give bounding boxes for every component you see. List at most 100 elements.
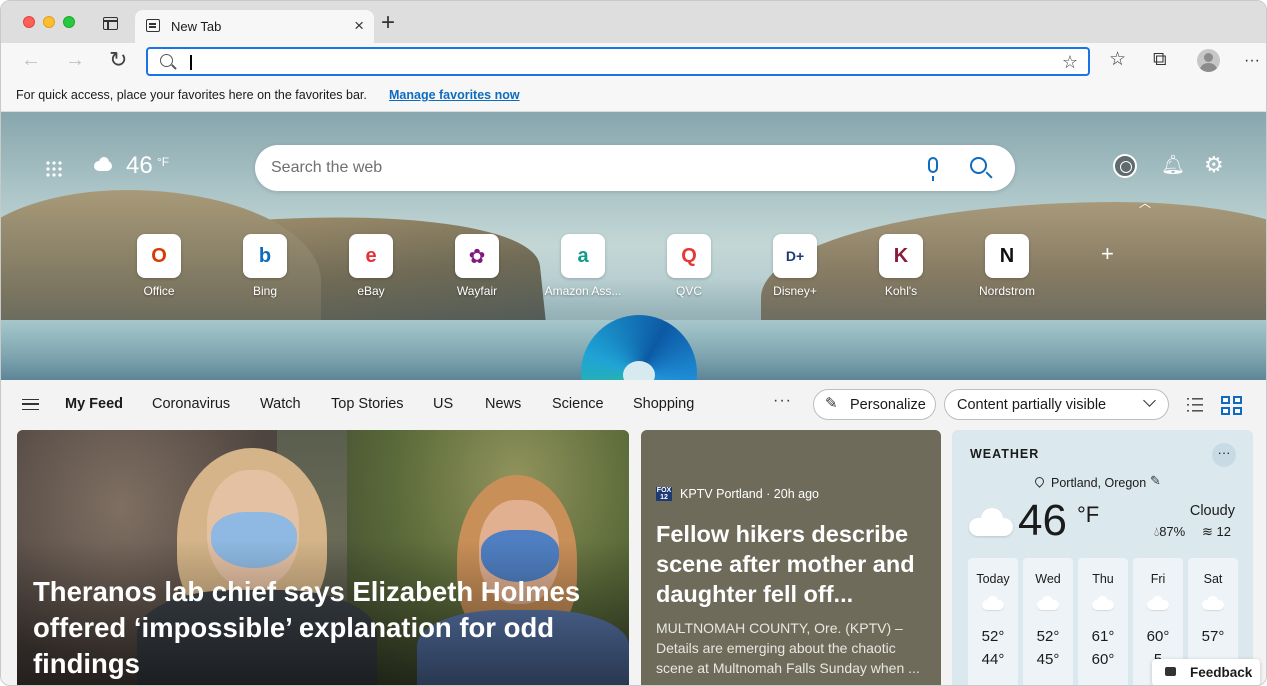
quick-link-glyph: ✿ (468, 245, 486, 268)
back-button[interactable]: ← (21, 49, 41, 71)
toolbar: ← → ↻ ☆ ☆ ⧉ ··· (1, 43, 1266, 79)
quick-link-nordstrom[interactable]: N Nordstrom (954, 234, 1060, 298)
minimize-window-button[interactable] (43, 16, 55, 28)
tab-title: New Tab (171, 19, 222, 34)
quick-link-ebay[interactable]: e eBay (318, 234, 424, 298)
settings-gear-icon[interactable]: ⚙ (1204, 154, 1224, 176)
quick-link-qvc[interactable]: Q QVC (636, 234, 742, 298)
tab-science[interactable]: Science (552, 396, 604, 412)
profile-avatar[interactable] (1197, 49, 1220, 72)
maximize-window-button[interactable] (63, 16, 75, 28)
favorites-icon[interactable]: ☆ (1109, 49, 1126, 71)
weather-temperature[interactable]: 46 (126, 152, 153, 180)
cloud-icon (92, 157, 114, 171)
tab-new-tab[interactable]: New Tab × (135, 10, 374, 43)
hamburger-menu-icon[interactable] (22, 399, 39, 410)
edit-location-icon[interactable]: ✎ (1150, 473, 1161, 489)
weather-unit: °F (157, 155, 170, 169)
quick-link-label: QVC (675, 284, 702, 298)
quick-link-glyph: D+ (785, 248, 805, 264)
more-options-icon[interactable]: ··· (1244, 50, 1260, 72)
web-search-box[interactable] (255, 145, 1015, 191)
address-input[interactable] (196, 52, 1046, 72)
story-card[interactable]: FOX 12 KPTV Portland · 20h ago Fellow hi… (641, 430, 941, 685)
chevron-up-icon[interactable]: ︿ (1139, 194, 1151, 211)
notifications-bell-icon[interactable]: 🔔︎ (1161, 156, 1185, 176)
forecast-low: 44° (981, 651, 1005, 668)
tab-top-stories[interactable]: Top Stories (331, 396, 404, 412)
more-tabs-button[interactable]: ··· (773, 392, 792, 410)
rain-icon (1147, 596, 1169, 610)
tab-bar: New Tab × + (1, 1, 1266, 43)
quick-link-office[interactable]: O Office (106, 234, 212, 298)
tab-my-feed[interactable]: My Feed (65, 396, 123, 412)
tab-news[interactable]: News (485, 396, 521, 412)
tab-actions-icon[interactable] (103, 17, 118, 30)
microphone-icon[interactable] (928, 157, 938, 181)
search-icon[interactable] (970, 157, 987, 174)
quick-link-label: Bing (252, 284, 278, 298)
forecast-high: 61° (1091, 628, 1115, 645)
forecast-low: 60° (1091, 651, 1115, 668)
quick-link-glyph: N (999, 244, 1015, 267)
quick-link-wayfair[interactable]: ✿ Wayfair (424, 234, 530, 298)
quick-link-bing[interactable]: b Bing (212, 234, 318, 298)
forecast-high: 57° (1201, 628, 1225, 645)
forecast-day[interactable]: Thu 61° 60° (1078, 558, 1128, 685)
tab-watch[interactable]: Watch (260, 396, 301, 412)
close-window-button[interactable] (23, 16, 35, 28)
reload-button[interactable]: ↻ (109, 49, 127, 71)
quick-link-amazon-assistant[interactable]: a Amazon Ass... (530, 234, 636, 298)
rewards-icon[interactable] (1113, 154, 1137, 178)
featured-story-card[interactable]: Theranos lab chief says Elizabeth Holmes… (17, 430, 629, 685)
tab-coronavirus[interactable]: Coronavirus (152, 396, 230, 412)
humidity: 💧︎87% (1154, 524, 1185, 540)
new-tab-button[interactable]: + (381, 11, 395, 35)
chevron-down-icon (1143, 394, 1156, 407)
tab-us[interactable]: US (433, 396, 453, 412)
feedback-label: Feedback (1190, 665, 1253, 680)
forecast-day[interactable]: Today 52° 44° (968, 558, 1018, 685)
pencil-icon: ✎ (825, 395, 838, 412)
browser-window: New Tab × + ← → ↻ ☆ ☆ ⧉ ··· For quick ac… (0, 0, 1267, 686)
add-favorite-icon[interactable]: ☆ (1062, 52, 1078, 72)
quick-link-kohls[interactable]: K Kohl's (848, 234, 954, 298)
weather-card[interactable]: WEATHER ··· Portland, Oregon ✎ 46 °F Clo… (952, 430, 1253, 685)
app-launcher-icon[interactable] (45, 160, 63, 178)
collections-icon[interactable]: ⧉ (1153, 49, 1167, 71)
add-quick-link-button[interactable]: + (1101, 242, 1114, 266)
grid-view-icon[interactable] (1221, 396, 1242, 415)
quick-link-label: Kohl's (884, 284, 918, 298)
list-view-icon[interactable] (1187, 398, 1203, 412)
favorites-bar: For quick access, place your favorites h… (1, 79, 1266, 112)
personalize-button[interactable]: ✎ Personalize (813, 389, 936, 420)
feedback-button[interactable]: Feedback (1152, 659, 1260, 685)
forecast-day-name: Wed (1035, 572, 1061, 586)
quick-link-disney-plus[interactable]: D+ Disney+ (742, 234, 848, 298)
amazon-assistant-icon: a (561, 234, 605, 278)
web-search-input[interactable] (271, 157, 911, 179)
new-tab-page-icon (146, 19, 160, 32)
personalize-label: Personalize (850, 397, 926, 413)
quick-link-glyph: a (577, 244, 589, 267)
story-summary: MULTNOMAH COUNTY, Ore. (KPTV) – Details … (656, 620, 920, 676)
close-tab-icon[interactable]: × (354, 17, 364, 34)
weather-more-button[interactable]: ··· (1212, 443, 1236, 467)
forward-button[interactable]: → (65, 49, 85, 71)
content-visibility-value: Content partially visible (957, 397, 1107, 413)
content-visibility-select[interactable]: Content partially visible (944, 389, 1169, 420)
address-bar[interactable]: ☆ (146, 47, 1090, 76)
quick-link-label: eBay (357, 284, 385, 298)
text-caret (190, 55, 192, 70)
office-icon: O (137, 234, 181, 278)
quick-link-glyph: e (365, 244, 377, 267)
forecast-day[interactable]: Wed 52° 45° (1023, 558, 1073, 685)
forecast-day-name: Sat (1203, 572, 1223, 586)
story-source: KPTV Portland · 20h ago (680, 487, 819, 501)
cloudy-icon (969, 508, 1013, 536)
manage-favorites-link[interactable]: Manage favorites now (389, 88, 520, 102)
story-headline[interactable]: Fellow hikers describe scene after mothe… (656, 519, 936, 609)
news-feed: Theranos lab chief says Elizabeth Holmes… (1, 428, 1266, 685)
tab-shopping[interactable]: Shopping (633, 396, 694, 412)
featured-story-headline[interactable]: Theranos lab chief says Elizabeth Holmes… (33, 574, 613, 682)
